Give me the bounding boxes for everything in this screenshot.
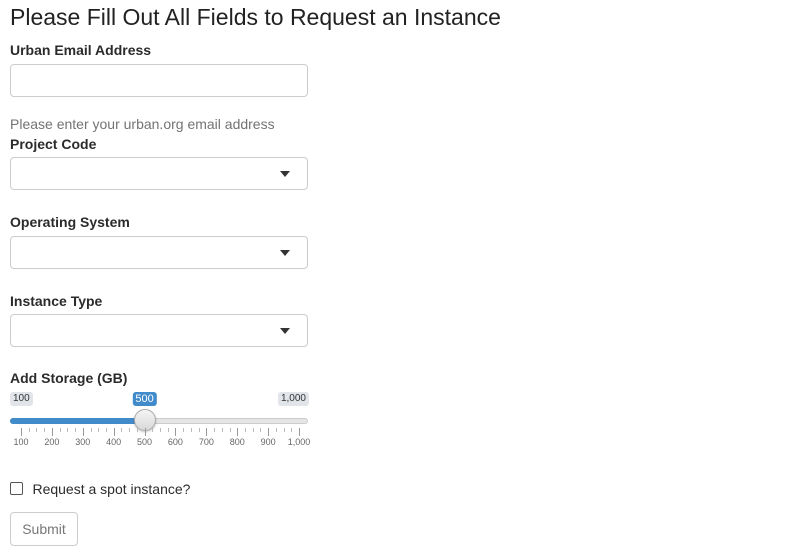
- slider-minor-tick: [28, 428, 30, 432]
- slider-minor-tick: [283, 428, 285, 432]
- page-title: Please Fill Out All Fields to Request an…: [10, 4, 501, 30]
- slider-tick-label: 600: [167, 437, 183, 447]
- slider-minor-tick: [59, 428, 61, 432]
- slider-tick: [82, 428, 84, 436]
- slider-minor-tick: [252, 428, 254, 432]
- slider-minor-tick: [244, 428, 246, 432]
- slider-minor-tick: [136, 428, 138, 432]
- email-help-text: Please enter your urban.org email addres…: [10, 116, 275, 132]
- slider-tick: [268, 428, 270, 436]
- slider-tick: [175, 428, 177, 436]
- slider-tick-label: 500: [137, 437, 153, 447]
- slider-min-label: 100: [10, 392, 33, 406]
- slider-tick-label: 300: [75, 437, 91, 447]
- slider-minor-tick: [105, 428, 107, 432]
- submit-button[interactable]: Submit: [10, 512, 78, 546]
- slider-tick: [51, 428, 53, 436]
- instance-type-select[interactable]: [10, 314, 308, 347]
- slider-tick-label: 900: [260, 437, 276, 447]
- slider-max-label: 1,000: [277, 392, 309, 406]
- spot-instance-checkbox[interactable]: [10, 482, 23, 496]
- slider-fill: [10, 418, 145, 424]
- slider-tick-label: 800: [229, 437, 245, 447]
- project-code-select[interactable]: [10, 157, 308, 190]
- slider-grid: 100 200 300 400 500 600 700 800 900 1,000: [10, 428, 310, 448]
- email-input[interactable]: [10, 64, 308, 97]
- slider-minor-tick: [160, 428, 161, 432]
- slider-tick-label: 1,000: [287, 437, 311, 447]
- slider-tick: [21, 428, 22, 436]
- slider-tick: [144, 428, 146, 436]
- slider-value-label: 500: [132, 392, 157, 406]
- slider-minor-tick: [198, 428, 200, 432]
- slider-minor-tick: [260, 428, 262, 432]
- slider-minor-tick: [167, 428, 169, 432]
- chevron-down-icon: [280, 250, 290, 256]
- slider-minor-tick: [75, 428, 77, 432]
- slider-tick-label: 400: [106, 437, 122, 447]
- slider-minor-tick: [275, 428, 277, 432]
- slider-minor-tick: [214, 428, 216, 432]
- project-code-label: Project Code: [10, 136, 97, 152]
- slider-tick: [299, 428, 300, 436]
- slider-tick: [113, 428, 115, 436]
- spot-instance-row[interactable]: Request a spot instance?: [10, 480, 190, 497]
- slider-minor-tick: [98, 428, 100, 432]
- slider-minor-tick: [190, 428, 192, 432]
- slider-minor-tick: [90, 428, 92, 432]
- slider-minor-tick: [291, 428, 293, 432]
- slider-minor-tick: [221, 428, 223, 432]
- chevron-down-icon: [280, 171, 290, 177]
- instance-type-label: Instance Type: [10, 293, 103, 309]
- operating-system-select[interactable]: [10, 236, 308, 269]
- spot-instance-label[interactable]: Request a spot instance?: [32, 481, 190, 497]
- slider-minor-tick: [129, 428, 131, 432]
- operating-system-label: Operating System: [10, 214, 130, 230]
- slider-tick: [237, 428, 239, 436]
- slider-minor-tick: [121, 428, 123, 432]
- slider-tick-label: 700: [198, 437, 214, 447]
- slider-minor-tick: [183, 428, 185, 432]
- slider-minor-tick: [229, 428, 231, 432]
- slider-minor-tick: [44, 428, 46, 432]
- slider-tick-label: 100: [13, 437, 29, 447]
- slider-tick-label: 200: [44, 437, 60, 447]
- slider-minor-tick: [67, 428, 69, 432]
- chevron-down-icon: [280, 328, 290, 334]
- storage-label: Add Storage (GB): [10, 370, 128, 386]
- slider-minor-tick: [152, 428, 154, 432]
- slider-minor-tick: [36, 428, 38, 432]
- slider-tick: [206, 428, 208, 436]
- storage-slider[interactable]: 100 1,000 500 100 200 300 400 500 600 700 800 90…: [10, 392, 310, 452]
- email-label: Urban Email Address: [10, 42, 152, 58]
